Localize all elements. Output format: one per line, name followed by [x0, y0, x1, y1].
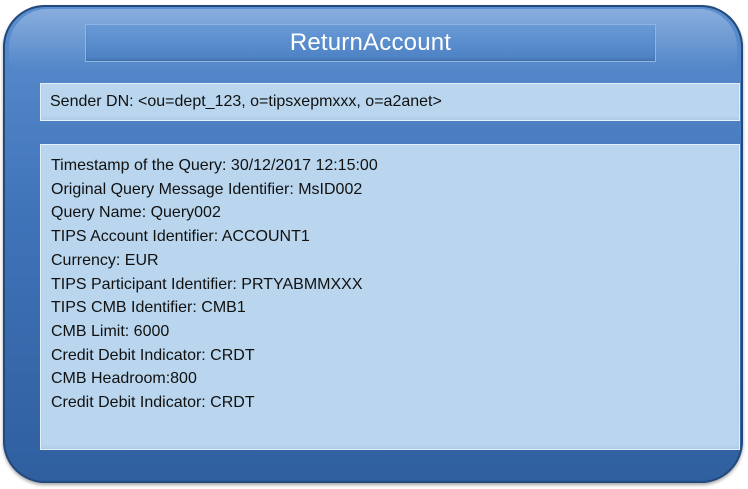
detail-cmb-limit: CMB Limit: 6000 — [51, 322, 170, 340]
detail-tips-account-id: TIPS Account Identifier: ACCOUNT1 — [51, 228, 310, 246]
detail-credit-debit-indicator-1: Credit Debit Indicator: CRDT — [51, 346, 255, 364]
detail-original-query-id: Original Query Message Identifier: MsID0… — [51, 180, 363, 198]
detail-tips-cmb-id: TIPS CMB Identifier: CMB1 — [51, 299, 246, 317]
title-bar: ReturnAccount — [85, 24, 656, 62]
sender-dn-box: Sender DN: <ou=dept_123, o=tipsxepmxxx, … — [40, 83, 740, 121]
detail-query-name: Query Name: Query002 — [51, 204, 221, 222]
return-account-card: ReturnAccount Sender DN: <ou=dept_123, o… — [3, 5, 743, 483]
query-details-list: Timestamp of the Query: 30/12/2017 12:15… — [40, 144, 740, 415]
detail-cmb-headroom: CMB Headroom:800 — [51, 370, 197, 388]
query-details-box: Timestamp of the Query: 30/12/2017 12:15… — [40, 144, 740, 450]
card-title: ReturnAccount — [289, 29, 452, 56]
detail-currency: Currency: EUR — [51, 251, 159, 269]
detail-credit-debit-indicator-2: Credit Debit Indicator: CRDT — [51, 394, 255, 412]
sender-dn-text: Sender DN: <ou=dept_123, o=tipsxepmxxx, … — [50, 93, 442, 110]
detail-timestamp: Timestamp of the Query: 30/12/2017 12:15… — [51, 157, 378, 174]
detail-tips-participant-id: TIPS Participant Identifier: PRTYABMMXXX — [51, 275, 363, 293]
